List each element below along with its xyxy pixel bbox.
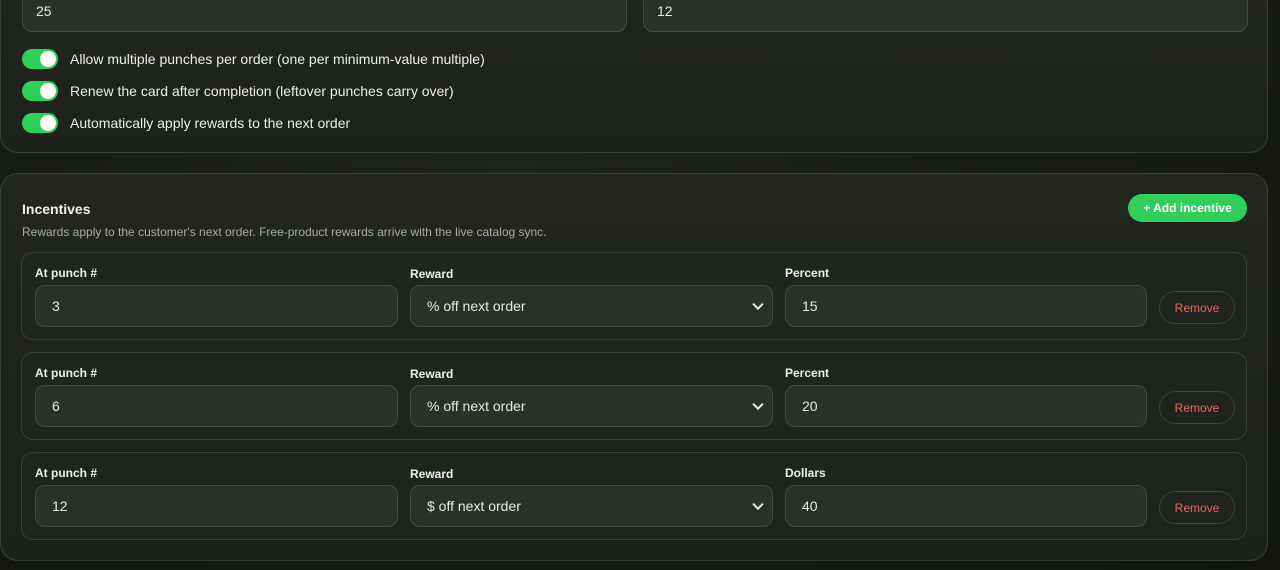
multiple-punches-label: Allow multiple punches per order (one pe… <box>70 51 485 67</box>
value-label: Percent <box>785 266 830 280</box>
value-label: Percent <box>785 366 830 380</box>
chevron-down-icon <box>752 498 764 511</box>
punch-label: At punch # <box>35 266 97 280</box>
toggle-row-multiple-punches: Allow multiple punches per order (one pe… <box>22 49 485 69</box>
chevron-down-icon <box>752 398 764 411</box>
value-text: 40 <box>802 498 818 514</box>
reward-select[interactable]: % off next order <box>410 385 773 427</box>
value-label: Dollars <box>785 466 826 480</box>
multiple-punches-toggle[interactable] <box>22 49 58 69</box>
settings-card: 25 12 Allow multiple punches per order (… <box>0 0 1268 153</box>
punches-required-input[interactable]: 12 <box>643 0 1248 32</box>
remove-button[interactable]: Remove <box>1159 291 1235 324</box>
incentive-row: At punch # Reward Percent 6 % off next o… <box>21 352 1247 440</box>
toggle-row-renew-card: Renew the card after completion (leftove… <box>22 81 454 101</box>
punches-required-text: 12 <box>657 2 673 19</box>
min-order-value-input[interactable]: 25 <box>22 0 627 32</box>
reward-select[interactable]: $ off next order <box>410 485 773 527</box>
auto-apply-toggle[interactable] <box>22 113 58 133</box>
reward-label: Reward <box>410 367 454 381</box>
punch-input[interactable]: 3 <box>35 285 398 327</box>
auto-apply-label: Automatically apply rewards to the next … <box>70 115 351 131</box>
reward-label: Reward <box>410 267 454 281</box>
value-text: 15 <box>802 298 818 314</box>
remove-button[interactable]: Remove <box>1159 391 1235 424</box>
incentives-title: Incentives <box>22 201 91 217</box>
value-input[interactable]: 40 <box>785 485 1147 527</box>
punch-label: At punch # <box>35 466 97 480</box>
toggle-knob <box>40 83 56 99</box>
incentives-subtitle: Rewards apply to the customer's next ord… <box>22 225 547 239</box>
reward-value: % off next order <box>427 298 526 314</box>
toggle-knob <box>40 115 56 131</box>
reward-select[interactable]: % off next order <box>410 285 773 327</box>
punch-value: 6 <box>52 398 60 414</box>
punch-input[interactable]: 6 <box>35 385 398 427</box>
value-input[interactable]: 15 <box>785 285 1147 327</box>
punch-value: 3 <box>52 298 60 314</box>
punch-label: At punch # <box>35 366 97 380</box>
reward-value: $ off next order <box>427 498 521 514</box>
chevron-down-icon <box>752 298 764 311</box>
renew-card-label: Renew the card after completion (leftove… <box>70 83 454 99</box>
incentives-card: Incentives Rewards apply to the customer… <box>0 173 1268 561</box>
value-input[interactable]: 20 <box>785 385 1147 427</box>
toggle-knob <box>40 51 56 67</box>
min-order-value-text: 25 <box>36 2 52 19</box>
incentive-row: At punch # Reward Dollars 12 $ off next … <box>21 452 1247 540</box>
reward-label: Reward <box>410 467 454 481</box>
punch-value: 12 <box>52 498 68 514</box>
reward-value: % off next order <box>427 398 526 414</box>
value-text: 20 <box>802 398 818 414</box>
renew-card-toggle[interactable] <box>22 81 58 101</box>
toggle-row-auto-apply: Automatically apply rewards to the next … <box>22 113 350 133</box>
add-incentive-button[interactable]: + Add incentive <box>1128 194 1247 222</box>
punch-input[interactable]: 12 <box>35 485 398 527</box>
remove-button[interactable]: Remove <box>1159 491 1235 524</box>
incentive-row: At punch # Reward Percent 3 % off next o… <box>21 252 1247 340</box>
